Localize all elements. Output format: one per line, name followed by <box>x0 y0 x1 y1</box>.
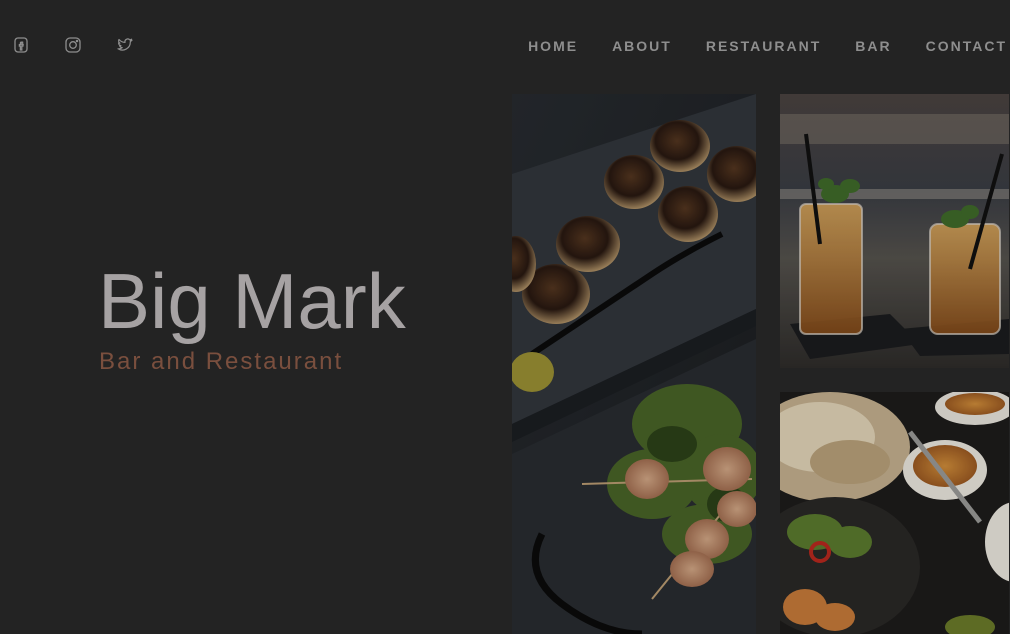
drinks-photo <box>780 94 1009 368</box>
curry-photo <box>780 392 1009 634</box>
site-subtitle: Bar and Restaurant <box>99 348 344 375</box>
nav-contact[interactable]: CONTACT <box>926 38 1007 54</box>
page: HOME ABOUT RESTAURANT BAR CONTACT Big Ma… <box>0 0 1010 634</box>
nav-restaurant[interactable]: RESTAURANT <box>706 38 821 54</box>
nav-about[interactable]: ABOUT <box>612 38 672 54</box>
site-title: Big Mark <box>98 257 406 345</box>
social-links <box>12 36 134 54</box>
instagram-icon[interactable] <box>64 36 82 54</box>
main-nav: HOME ABOUT RESTAURANT BAR CONTACT <box>494 38 1007 54</box>
facebook-icon[interactable] <box>12 36 30 54</box>
nav-home[interactable]: HOME <box>528 38 578 54</box>
twitter-icon[interactable] <box>116 36 134 54</box>
food-photo <box>512 94 756 634</box>
nav-bar[interactable]: BAR <box>855 38 891 54</box>
